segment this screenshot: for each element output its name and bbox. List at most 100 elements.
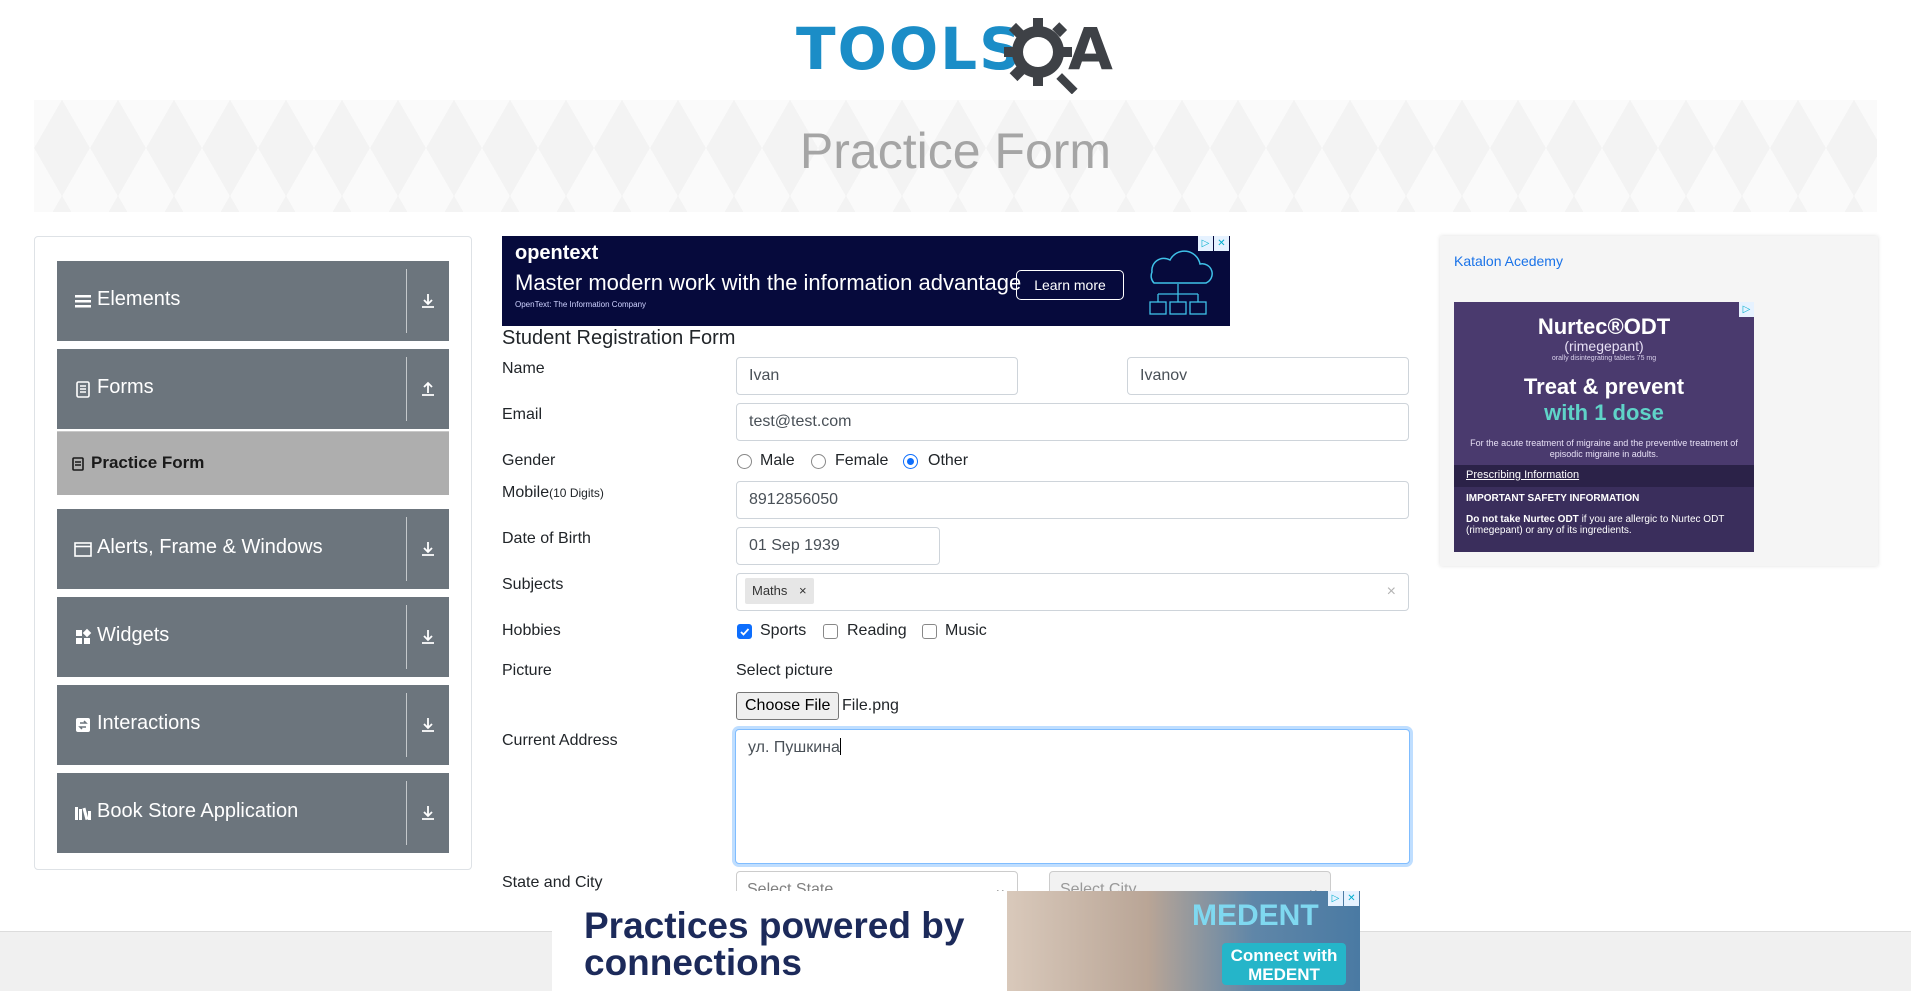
ad-connect-button[interactable]: Connect with MEDENT bbox=[1222, 943, 1346, 985]
dob-label: Date of Birth bbox=[502, 530, 591, 547]
ad-safety-info: IMPORTANT SAFETY INFORMATION Do not take… bbox=[1454, 487, 1754, 552]
menu-icon bbox=[75, 295, 91, 308]
sidebar-group-elements[interactable]: Elements bbox=[57, 261, 449, 341]
logo-text-a: A bbox=[1068, 15, 1113, 83]
select-picture-label: Select picture bbox=[736, 662, 833, 679]
ad-brand-sub: OpenText: The Information Company bbox=[515, 300, 647, 309]
hobby-reading-label[interactable]: Reading bbox=[847, 622, 907, 640]
page-title: Practice Form bbox=[799, 123, 1112, 179]
safety-bold: Do not take Nurtec ODT bbox=[1466, 514, 1579, 525]
email-input[interactable]: test@test.com bbox=[736, 403, 1409, 441]
ad-message: Practices powered by connections bbox=[584, 905, 965, 983]
clear-icon[interactable]: × bbox=[1387, 574, 1396, 610]
ad-banner-opentext[interactable]: opentext Master modern work with the inf… bbox=[502, 236, 1230, 326]
gender-female-radio[interactable] bbox=[811, 454, 826, 469]
hobby-reading-checkbox[interactable] bbox=[823, 624, 838, 639]
sidebar-group-forms[interactable]: Forms bbox=[57, 349, 449, 429]
sidebar-group-book-store[interactable]: Book Store Application bbox=[57, 773, 449, 853]
current-address-value: ул. Пушкина bbox=[748, 739, 840, 756]
download-arrow-icon bbox=[422, 806, 434, 820]
sidebar-group-alerts[interactable]: Alerts, Frame & Windows bbox=[57, 509, 449, 589]
hobby-sports-checkbox[interactable] bbox=[737, 624, 752, 639]
selected-file-name: File.png bbox=[842, 697, 899, 714]
gender-other-label[interactable]: Other bbox=[928, 452, 968, 470]
ad-sidebar-right: Katalon Acedemy Nurtec®ODT (rimegepant) … bbox=[1440, 236, 1878, 566]
sidebar-item-practice-form[interactable]: Practice Form bbox=[57, 431, 449, 495]
window-icon bbox=[74, 542, 92, 557]
divider bbox=[406, 693, 407, 757]
subjects-input[interactable]: Maths × × bbox=[736, 573, 1409, 611]
subject-chip-label: Maths bbox=[752, 582, 788, 598]
ad-brand: MEDENT bbox=[1192, 899, 1319, 932]
mobile-label-text: Mobile bbox=[502, 484, 550, 501]
ad-headline-1: Treat & prevent bbox=[1523, 374, 1685, 399]
last-name-input[interactable]: Ivanov bbox=[1127, 357, 1409, 395]
ad-product-name: Nurtec®ODT bbox=[1537, 314, 1671, 339]
page-banner: Practice Form bbox=[34, 100, 1877, 212]
ad-nurtec[interactable]: Nurtec®ODT (rimegepant) orally disintegr… bbox=[1454, 302, 1754, 552]
hobby-music-label[interactable]: Music bbox=[945, 622, 987, 640]
widgets-icon bbox=[76, 628, 92, 644]
first-name-input[interactable]: Ivan bbox=[736, 357, 1018, 395]
adchoices-icon[interactable]: ▷ bbox=[1198, 236, 1213, 251]
sidebar-group-label: Elements bbox=[97, 288, 181, 310]
prescribing-information-link[interactable]: Prescribing Information bbox=[1454, 465, 1754, 487]
hobbies-label: Hobbies bbox=[502, 622, 561, 639]
mobile-label: Mobile(10 Digits) bbox=[502, 484, 604, 502]
hobby-music-checkbox[interactable] bbox=[922, 624, 937, 639]
gender-other-radio[interactable] bbox=[903, 454, 918, 469]
ad-description: For the acute treatment of migraine and … bbox=[1470, 438, 1738, 459]
ad-learn-more-button[interactable]: Learn more bbox=[1016, 270, 1124, 300]
ad-product-tiny: orally disintegrating tablets 75 mg bbox=[1551, 355, 1657, 362]
document-icon bbox=[72, 457, 84, 471]
name-label: Name bbox=[502, 360, 545, 377]
mobile-input[interactable]: 8912856050 bbox=[736, 481, 1409, 519]
adchoices-icon[interactable]: ▷ bbox=[1739, 302, 1754, 317]
adchoices-icon[interactable]: ▷ bbox=[1328, 891, 1343, 906]
sidebar-group-label: Widgets bbox=[97, 624, 170, 646]
email-label: Email bbox=[502, 406, 543, 423]
divider bbox=[406, 781, 407, 845]
ad-message: Master modern work with the information … bbox=[515, 270, 1022, 295]
choose-file-button[interactable]: Choose File bbox=[736, 692, 840, 720]
chip-remove-icon[interactable]: × bbox=[799, 583, 807, 598]
text-cursor bbox=[839, 738, 841, 755]
sidebar: Elements Forms Practice Form Alerts, Fra… bbox=[34, 236, 472, 870]
subject-chip: Maths × bbox=[745, 577, 814, 604]
download-arrow-icon bbox=[422, 718, 434, 732]
download-arrow-icon bbox=[422, 630, 434, 644]
gender-male-radio[interactable] bbox=[737, 454, 752, 469]
sidebar-group-label: Interactions bbox=[97, 712, 201, 734]
current-address-label: Current Address bbox=[502, 732, 618, 749]
toolsqa-logo[interactable]: TOOLS A bbox=[796, 12, 1121, 94]
current-address-textarea[interactable]: ул. Пушкина bbox=[735, 729, 1410, 864]
sidebar-group-label: Book Store Application bbox=[97, 800, 299, 822]
logo-text: TOOLS bbox=[796, 15, 1023, 83]
divider bbox=[406, 517, 407, 581]
close-ad-icon[interactable]: ✕ bbox=[1344, 891, 1359, 906]
upload-arrow-icon bbox=[422, 381, 434, 396]
gender-female-label[interactable]: Female bbox=[835, 452, 888, 470]
document-icon bbox=[76, 381, 90, 398]
katalon-academy-image-link[interactable]: Katalon Acedemy bbox=[1454, 253, 1563, 269]
gender-male-label[interactable]: Male bbox=[760, 452, 795, 470]
ad-product-sub: (rimegepant) bbox=[1564, 338, 1644, 354]
sidebar-group-label: Forms bbox=[97, 376, 154, 398]
date-of-birth-input[interactable]: 01 Sep 1939 bbox=[736, 527, 940, 565]
interactions-icon bbox=[76, 718, 90, 732]
ad-brand: opentext bbox=[515, 242, 599, 264]
hobby-sports-label[interactable]: Sports bbox=[760, 622, 806, 640]
download-arrow-icon bbox=[422, 294, 434, 308]
mobile-hint: (10 Digits) bbox=[549, 486, 604, 500]
form-title: Student Registration Form bbox=[502, 327, 736, 349]
sidebar-group-interactions[interactable]: Interactions bbox=[57, 685, 449, 765]
close-ad-icon[interactable]: ✕ bbox=[1214, 236, 1229, 251]
divider bbox=[406, 605, 407, 669]
divider bbox=[406, 269, 407, 333]
books-icon bbox=[75, 807, 91, 821]
ad-banner-medent[interactable]: Practices powered by connections MEDENT … bbox=[552, 891, 1360, 991]
checkmark-icon bbox=[740, 628, 750, 636]
safety-title: IMPORTANT SAFETY INFORMATION bbox=[1466, 493, 1640, 504]
cloud-network-icon bbox=[1149, 250, 1213, 315]
sidebar-group-widgets[interactable]: Widgets bbox=[57, 597, 449, 677]
